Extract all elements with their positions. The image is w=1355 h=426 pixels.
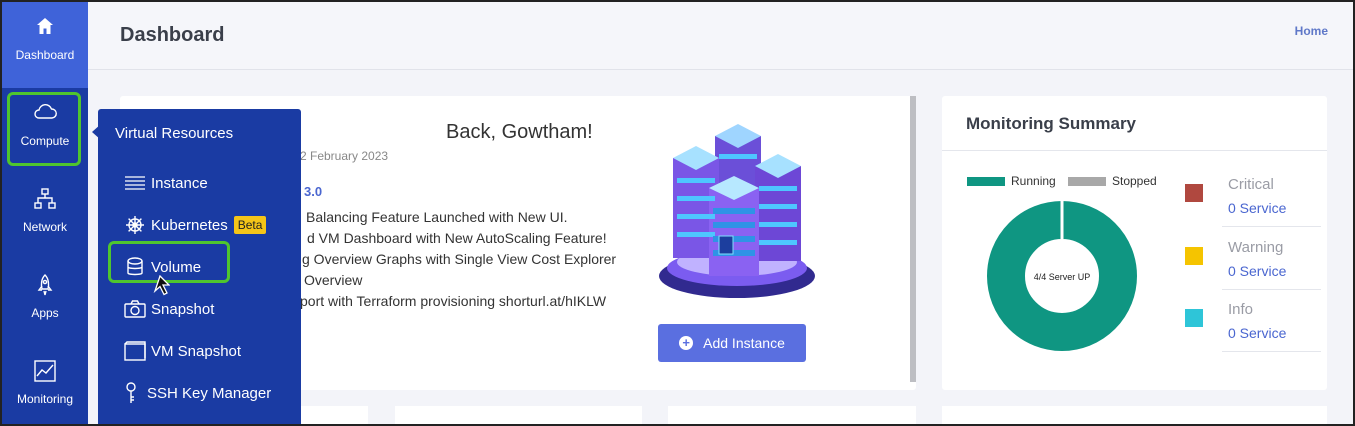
sidebar: Dashboard Compute Network Apps Monitorin… <box>2 2 88 424</box>
divider <box>1222 351 1321 352</box>
bottom-card <box>942 406 1327 426</box>
status-value[interactable]: 0 Service <box>1228 325 1286 341</box>
rocket-icon <box>2 274 88 296</box>
divider <box>942 150 1327 151</box>
monitoring-summary-card: Monitoring Summary Running Stopped 4/4 S… <box>942 96 1327 390</box>
menu-item-vm-snapshot[interactable]: VM Snapshot <box>124 339 241 363</box>
status-name: Warning <box>1228 239 1284 256</box>
release-notes: Balancing Feature Launched with New UI. … <box>300 207 616 312</box>
release-note: Overview <box>304 272 363 288</box>
monitoring-title: Monitoring Summary <box>966 114 1137 133</box>
bottom-card <box>395 406 642 426</box>
welcome-title: Back, Gowtham! <box>446 121 593 143</box>
menu-item-label: Snapshot <box>151 300 215 318</box>
status-name: Critical <box>1228 176 1274 193</box>
page-title: Dashboard <box>120 24 225 46</box>
sidebar-item-dashboard[interactable]: Dashboard <box>2 2 88 88</box>
beta-badge: Beta <box>233 216 267 234</box>
chart-line-icon <box>2 360 88 382</box>
status-value[interactable]: 0 Service <box>1228 263 1286 279</box>
sidebar-item-label: Network <box>22 220 67 234</box>
info-swatch <box>1185 309 1203 327</box>
camera-icon <box>124 298 146 320</box>
network-icon <box>2 188 88 210</box>
warning-swatch <box>1185 247 1203 265</box>
legend-swatch <box>1068 176 1106 186</box>
donut-center-label: 4/4 Server UP <box>1034 272 1091 282</box>
menu-item-label: VM Snapshot <box>151 342 242 360</box>
release-version: 3.0 <box>304 184 323 199</box>
menu-item-instance[interactable]: Instance <box>124 171 208 195</box>
add-instance-label: Add Instance <box>703 335 785 351</box>
mouse-pointer-icon <box>153 275 170 296</box>
helm-wheel-icon <box>124 214 146 236</box>
divider <box>1222 289 1321 290</box>
key-icon <box>120 382 142 404</box>
sidebar-item-label: Apps <box>31 306 59 320</box>
welcome-date: 2 February 2023 <box>300 149 389 163</box>
virtual-resources-flyout: Virtual Resources Instance Kubernetes Be… <box>98 109 301 426</box>
menu-item-label: Instance <box>151 174 208 192</box>
add-instance-button[interactable]: + Add Instance <box>658 324 806 362</box>
page-header: Dashboard Home <box>88 2 1353 70</box>
legend-running: Running <box>967 174 1056 188</box>
sidebar-item-monitoring[interactable]: Monitoring <box>2 346 88 426</box>
home-icon <box>2 16 88 38</box>
release-note: g Overview Graphs with Single View Cost … <box>302 251 617 267</box>
menu-item-label: SSH Key Manager <box>147 384 272 402</box>
status-name: Info <box>1228 301 1254 318</box>
server-status-donut: 4/4 Server UP <box>987 201 1137 351</box>
sidebar-item-label: Dashboard <box>15 48 75 62</box>
list-icon <box>124 172 146 194</box>
divider <box>1222 226 1321 227</box>
plus-circle-icon: + <box>679 336 694 350</box>
bottom-card <box>668 406 916 426</box>
menu-item-label: Kubernetes <box>151 216 228 234</box>
window-icon <box>124 340 146 362</box>
sidebar-item-label: Monitoring <box>16 392 74 406</box>
release-note: port with Terraform provisioning shortur… <box>300 293 607 309</box>
legend-label: Running <box>1011 174 1056 188</box>
compute-highlight-box <box>7 92 81 166</box>
menu-item-ssh-key-manager[interactable]: SSH Key Manager <box>120 381 271 405</box>
legend-stopped: Stopped <box>1068 174 1157 188</box>
critical-swatch <box>1185 184 1203 202</box>
menu-item-kubernetes[interactable]: Kubernetes Beta <box>124 213 267 237</box>
scrollbar[interactable] <box>910 96 916 382</box>
legend-label: Stopped <box>1112 174 1157 188</box>
release-note: Balancing Feature Launched with New UI. <box>306 209 568 225</box>
status-value[interactable]: 0 Service <box>1228 200 1286 216</box>
flyout-heading: Virtual Resources <box>115 125 234 142</box>
server-illustration <box>659 124 815 298</box>
breadcrumb-home[interactable]: Home <box>1295 24 1328 38</box>
legend-swatch <box>967 176 1005 186</box>
bottom-card <box>300 406 368 426</box>
sidebar-item-apps[interactable]: Apps <box>2 260 88 346</box>
release-note: d VM Dashboard with New AutoScaling Feat… <box>307 230 607 246</box>
sidebar-item-network[interactable]: Network <box>2 174 88 260</box>
